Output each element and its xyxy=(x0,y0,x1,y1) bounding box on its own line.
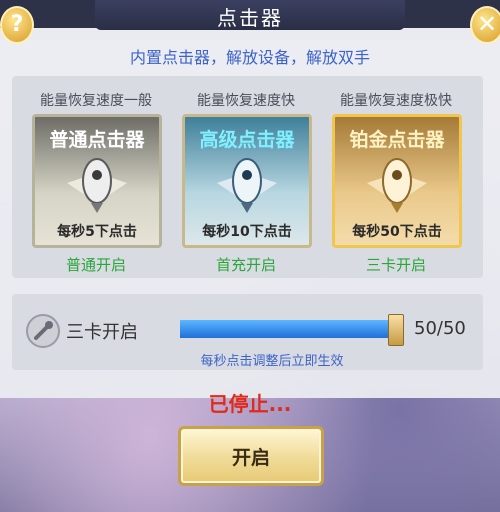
tier-card-advanced-face[interactable]: 高级点击器 每秒10下点击 xyxy=(182,114,312,248)
click-rate-slider[interactable] xyxy=(180,320,402,338)
tier-card-normal-face[interactable]: 普通点击器 每秒5下点击 xyxy=(32,114,162,248)
window-title: 点击器 xyxy=(217,6,283,30)
start-button-label: 开启 xyxy=(231,447,270,469)
title-bar: 点击器 xyxy=(95,0,405,30)
clicker-slider-box: 三卡开启 50/50 每秒点击调整后立即生效 xyxy=(12,294,483,370)
subtitle: 内置点击器，解放设备，解放双手 xyxy=(129,48,370,67)
unlock-label: 三卡开启 xyxy=(365,256,426,274)
tier-card-platinum-face[interactable]: 铂金点击器 每秒50下点击 xyxy=(332,114,462,248)
tier-rate: 每秒5下点击 xyxy=(57,224,137,240)
rocket-wings-icon xyxy=(367,158,427,213)
help-icon[interactable]: ? xyxy=(0,6,34,44)
speed-label: 能量恢复速度快 xyxy=(197,93,295,109)
slider-count: 50/50 xyxy=(414,318,466,339)
slider-fill xyxy=(180,320,402,338)
rocket-wings-icon xyxy=(67,158,127,213)
slider-knob[interactable] xyxy=(388,314,404,346)
speed-label: 能量恢复速度一般 xyxy=(40,93,152,109)
start-button[interactable]: 开启 xyxy=(178,426,324,486)
rocket-icon xyxy=(26,314,60,348)
unlock-label: 普通开启 xyxy=(65,256,126,274)
slider-mode-label: 三卡开启 xyxy=(66,322,138,343)
rocket-wings-icon xyxy=(217,158,277,213)
tier-rate: 每秒10下点击 xyxy=(202,224,292,240)
tier-rate: 每秒50下点击 xyxy=(352,224,442,240)
unlock-label: 首充开启 xyxy=(215,256,276,274)
speed-label: 能量恢复速度极快 xyxy=(340,93,452,109)
tier-cards: 能量恢复速度一般 普通点击器 每秒5下点击 普通开启 能量恢复速度快 高级点击器 xyxy=(12,76,483,278)
slider-hint: 每秒点击调整后立即生效 xyxy=(200,354,344,369)
tier-name: 高级点击器 xyxy=(199,129,295,151)
close-icon[interactable]: ✕ xyxy=(470,6,500,44)
tier-name: 铂金点击器 xyxy=(349,129,445,151)
tier-name: 普通点击器 xyxy=(49,129,145,151)
status-text: 已停止... xyxy=(208,392,292,416)
